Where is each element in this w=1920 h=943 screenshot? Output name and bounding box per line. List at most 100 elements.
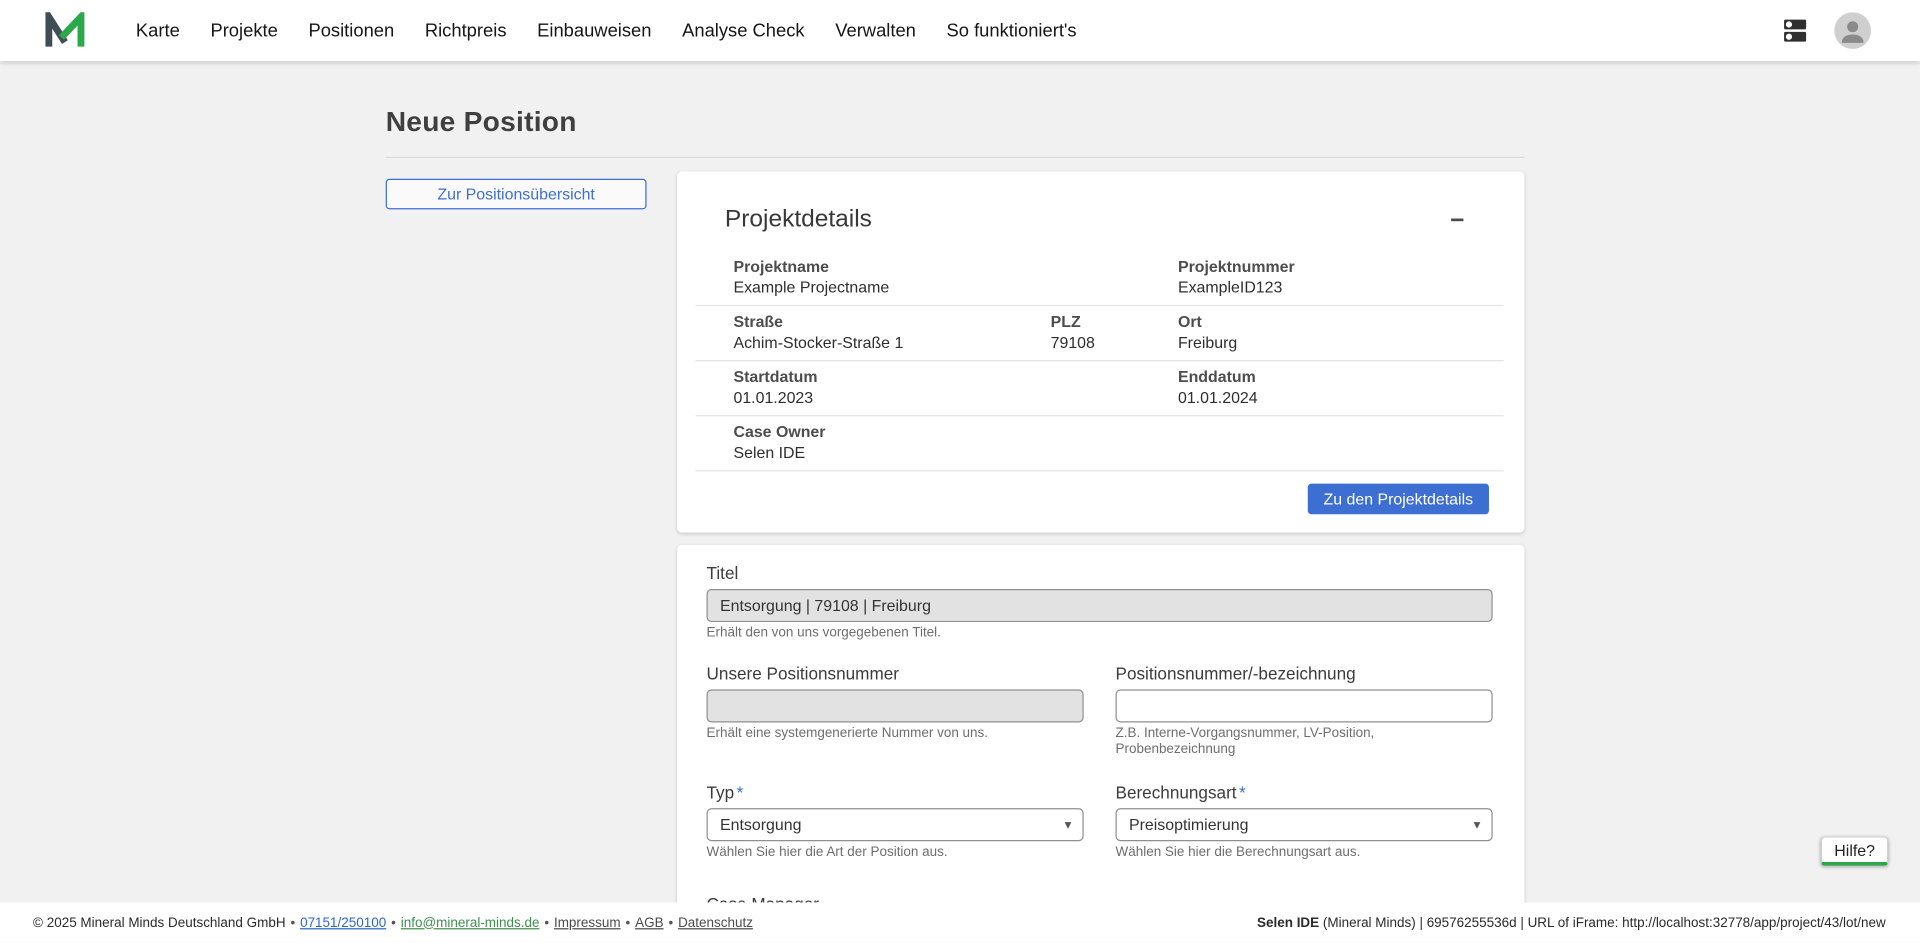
unsere-positionsnummer-input	[707, 689, 1084, 722]
nav-item-positionen[interactable]: Positionen	[308, 20, 394, 41]
positionsnummer-field: Positionsnummer/-bezeichnung Z.B. Intern…	[1116, 664, 1493, 758]
server-icon[interactable]	[1780, 16, 1809, 45]
plz-cell: PLZ 79108	[1051, 312, 1178, 352]
plz-label: PLZ	[1051, 312, 1178, 332]
nav-item-so-funktionierts[interactable]: So funktioniert's	[947, 20, 1077, 41]
session-details: (Mineral Minds) | 69576255536d | URL of …	[1319, 915, 1886, 930]
nav-item-verwalten[interactable]: Verwalten	[835, 20, 916, 41]
berechnungsart-helper: Wählen Sie hier die Berechnungsart aus.	[1116, 845, 1493, 861]
footer-links: © 2025 Mineral Minds Deutschland GmbH • …	[33, 915, 753, 930]
startdatum-value: 01.01.2023	[733, 388, 1177, 408]
positionsnummer-label: Positionsnummer/-bezeichnung	[1116, 664, 1493, 685]
footer-agb-link[interactable]: AGB	[635, 915, 663, 930]
copyright-text: © 2025 Mineral Minds Deutschland GmbH	[33, 915, 285, 930]
table-row: Projektname Example Projectname Projektn…	[696, 251, 1504, 306]
ort-cell: Ort Freiburg	[1178, 312, 1504, 352]
ort-label: Ort	[1178, 312, 1504, 332]
title-divider	[386, 157, 1525, 158]
separator: •	[668, 915, 673, 930]
footer: © 2025 Mineral Minds Deutschland GmbH • …	[0, 902, 1920, 942]
footer-phone-link[interactable]: 07151/250100	[300, 915, 386, 930]
session-user: Selen IDE	[1257, 915, 1319, 930]
user-avatar-icon[interactable]	[1834, 12, 1871, 49]
projektname-cell: Projektname Example Projectname	[696, 257, 1178, 297]
footer-email-link[interactable]: info@mineral-minds.de	[401, 915, 540, 930]
case-owner-value: Selen IDE	[733, 443, 1503, 463]
projektnummer-cell: Projektnummer ExampleID123	[1178, 257, 1504, 297]
separator: •	[391, 915, 396, 930]
titel-label: Titel	[707, 563, 1493, 584]
required-asterisk: *	[737, 782, 744, 802]
nav-item-analyse-check[interactable]: Analyse Check	[682, 20, 805, 41]
typ-select[interactable]: Entsorgung ▾	[707, 808, 1084, 841]
separator: •	[544, 915, 549, 930]
chevron-down-icon: ▾	[1474, 817, 1481, 833]
project-details-actions: Zu den Projektdetails	[696, 484, 1504, 515]
berechnungsart-label: Berechnungsart	[1116, 782, 1237, 802]
projektnummer-value: ExampleID123	[1178, 278, 1504, 298]
footer-impressum-link[interactable]: Impressum	[554, 915, 621, 930]
required-asterisk: *	[1239, 782, 1246, 802]
berechnungsart-select-value: Preisoptimierung	[1129, 816, 1248, 834]
main-nav: Karte Projekte Positionen Richtpreis Ein…	[136, 20, 1077, 41]
form-grid: Unsere Positionsnummer Erhält eine syste…	[707, 664, 1493, 861]
project-details-header: Projektdetails −	[725, 206, 1474, 234]
app-viewport: Karte Projekte Positionen Richtpreis Ein…	[0, 0, 1920, 943]
typ-select-value: Entsorgung	[720, 816, 801, 834]
left-column: Zur Positionsübersicht	[386, 171, 647, 209]
table-row: Case Owner Selen IDE	[696, 416, 1504, 471]
project-details-title: Projektdetails	[725, 206, 872, 234]
startdatum-label: Startdatum	[733, 367, 1177, 387]
positionsnummer-input[interactable]	[1116, 689, 1493, 722]
project-details-table: Projektname Example Projectname Projektn…	[696, 251, 1504, 471]
navbar-right	[1780, 12, 1871, 49]
nav-item-karte[interactable]: Karte	[136, 20, 180, 41]
enddatum-cell: Enddatum 01.01.2024	[1178, 367, 1504, 407]
projektnummer-label: Projektnummer	[1178, 257, 1504, 277]
berechnungsart-select[interactable]: Preisoptimierung ▾	[1116, 808, 1493, 841]
main-content: Neue Position Zur Positionsübersicht Pro…	[0, 61, 1920, 903]
separator: •	[625, 915, 630, 930]
page-title: Neue Position	[386, 105, 1525, 138]
case-owner-label: Case Owner	[733, 422, 1503, 442]
session-info: Selen IDE (Mineral Minds) | 69576255536d…	[1257, 915, 1886, 930]
case-owner-cell: Case Owner Selen IDE	[696, 422, 1504, 462]
help-button[interactable]: Hilfe?	[1821, 836, 1889, 865]
mineral-minds-logo-icon[interactable]	[45, 12, 84, 49]
strasse-label: Straße	[733, 312, 1050, 332]
footer-datenschutz-link[interactable]: Datenschutz	[678, 915, 753, 930]
titel-input	[707, 589, 1493, 622]
table-row: Straße Achim-Stocker-Straße 1 PLZ 79108 …	[696, 306, 1504, 361]
berechnungsart-label-wrap: Berechnungsart*	[1116, 782, 1493, 803]
chevron-down-icon: ▾	[1065, 817, 1072, 833]
enddatum-value: 01.01.2024	[1178, 388, 1504, 408]
strasse-value: Achim-Stocker-Straße 1	[733, 333, 1050, 353]
unsere-positionsnummer-helper: Erhält eine systemgenerierte Nummer von …	[707, 726, 1084, 742]
collapse-icon[interactable]: −	[1440, 208, 1474, 232]
unsere-positionsnummer-label: Unsere Positionsnummer	[707, 664, 1084, 685]
nav-item-richtpreis[interactable]: Richtpreis	[425, 20, 507, 41]
strasse-cell: Straße Achim-Stocker-Straße 1	[696, 312, 1051, 352]
go-to-project-details-button[interactable]: Zu den Projektdetails	[1308, 484, 1489, 515]
projektname-value: Example Projectname	[733, 278, 1177, 298]
position-form-card: Titel Erhält den von uns vorgegebenen Ti…	[677, 545, 1524, 904]
separator: •	[290, 915, 295, 930]
positionsnummer-helper: Z.B. Interne-Vorgangsnummer, LV-Position…	[1116, 726, 1493, 758]
typ-label-wrap: Typ*	[707, 782, 1084, 803]
nav-item-einbauweisen[interactable]: Einbauweisen	[537, 20, 651, 41]
right-column: Projektdetails − Projektname Example Pro…	[677, 171, 1524, 903]
typ-helper: Wählen Sie hier die Art der Position aus…	[707, 845, 1084, 861]
nav-item-projekte[interactable]: Projekte	[210, 20, 277, 41]
project-details-card: Projektdetails − Projektname Example Pro…	[677, 171, 1524, 532]
page-container: Neue Position Zur Positionsübersicht Pro…	[386, 61, 1525, 903]
top-navbar: Karte Projekte Positionen Richtpreis Ein…	[0, 0, 1920, 61]
back-to-positions-button[interactable]: Zur Positionsübersicht	[386, 179, 647, 210]
startdatum-cell: Startdatum 01.01.2023	[696, 367, 1178, 407]
body-row: Zur Positionsübersicht Projektdetails − …	[386, 171, 1525, 903]
typ-field: Typ* Entsorgung ▾ Wählen Sie hier die Ar…	[707, 782, 1084, 860]
enddatum-label: Enddatum	[1178, 367, 1504, 387]
table-row: Startdatum 01.01.2023 Enddatum 01.01.202…	[696, 361, 1504, 416]
plz-value: 79108	[1051, 333, 1178, 353]
ort-value: Freiburg	[1178, 333, 1504, 353]
projektname-label: Projektname	[733, 257, 1177, 277]
